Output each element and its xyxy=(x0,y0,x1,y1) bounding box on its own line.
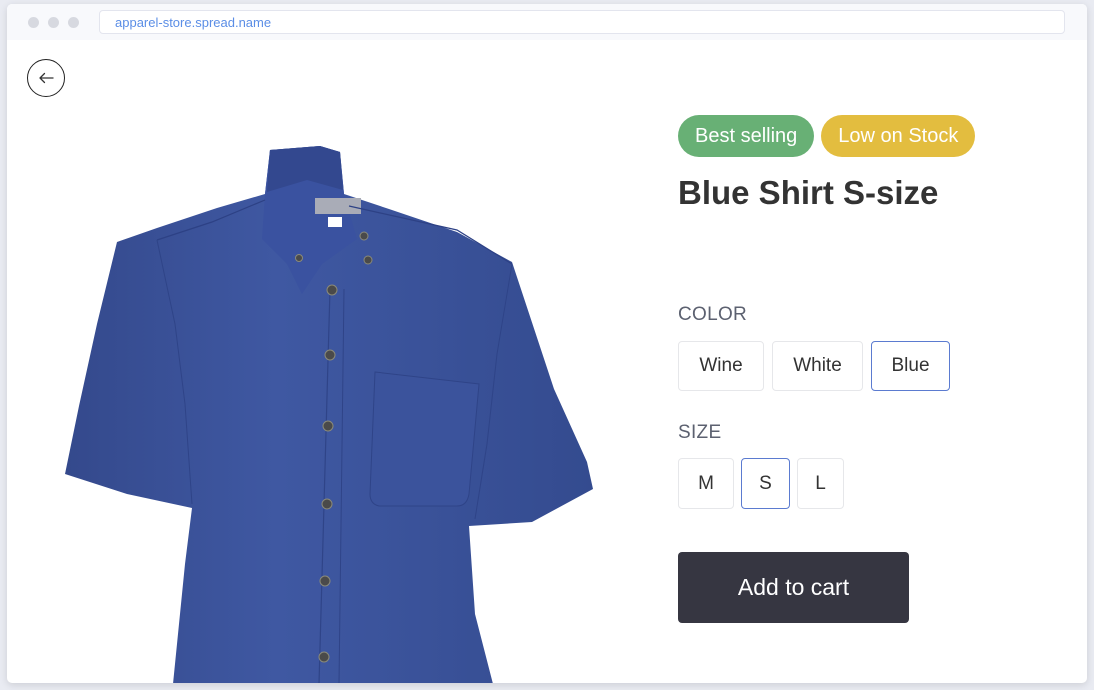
add-to-cart-button[interactable]: Add to cart xyxy=(678,552,909,623)
size-option-l[interactable]: L xyxy=(797,458,844,509)
size-option-s[interactable]: S xyxy=(741,458,790,509)
window-dot-maximize[interactable] xyxy=(68,17,79,28)
browser-chrome: apparel-store.spread.name xyxy=(7,4,1087,40)
color-options: Wine White Blue xyxy=(678,341,950,391)
window-dot-minimize[interactable] xyxy=(48,17,59,28)
product-badges: Best selling Low on Stock xyxy=(678,115,976,157)
shirt-pocket xyxy=(369,371,480,507)
window-dot-close[interactable] xyxy=(28,17,39,28)
url-text: apparel-store.spread.name xyxy=(115,15,272,30)
arrow-left-icon xyxy=(39,72,54,84)
browser-window: apparel-store.spread.name Best selling L… xyxy=(7,4,1087,683)
badge-low-stock: Low on Stock xyxy=(821,115,976,157)
size-option-m[interactable]: M xyxy=(678,458,734,509)
color-option-wine[interactable]: Wine xyxy=(678,341,764,391)
product-image xyxy=(65,146,593,683)
color-option-white[interactable]: White xyxy=(772,341,863,391)
badge-best-selling: Best selling xyxy=(678,115,815,157)
collar-label xyxy=(315,198,361,214)
size-label: SIZE xyxy=(678,422,722,443)
back-button[interactable] xyxy=(27,59,65,97)
address-bar[interactable]: apparel-store.spread.name xyxy=(99,10,1065,34)
color-option-blue[interactable]: Blue xyxy=(871,341,950,391)
product-title: Blue Shirt S-size xyxy=(678,174,939,211)
size-options: M S L xyxy=(678,458,844,509)
color-label: COLOR xyxy=(678,304,748,325)
